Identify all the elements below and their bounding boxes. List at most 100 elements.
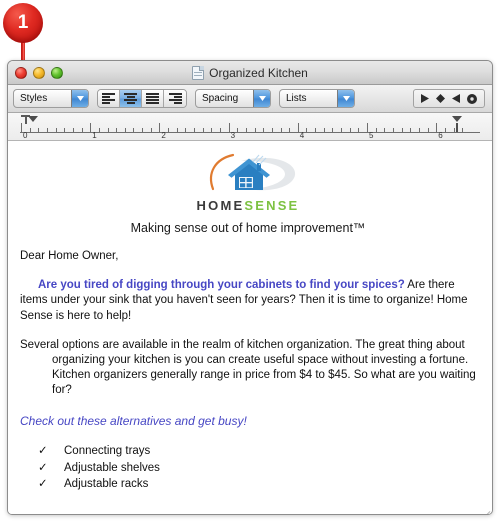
- ruler-tick-minor: [107, 128, 109, 132]
- spacing-popup-button[interactable]: Spacing: [195, 89, 271, 108]
- ruler-tick-label: 1: [92, 131, 97, 140]
- list-item-label: Adjustable shelves: [64, 461, 160, 474]
- zoom-button[interactable]: [51, 67, 63, 79]
- window-title-group: Organized Kitchen: [8, 65, 492, 80]
- align-justify-button[interactable]: [164, 90, 186, 107]
- ruler-tick-minor: [64, 128, 66, 132]
- document-page[interactable]: HOMESENSE Making sense out of home impro…: [8, 141, 492, 514]
- ruler-tick-minor: [358, 128, 360, 132]
- ruler-tick-label: 6: [438, 131, 443, 140]
- company-logo: HOMESENSE: [20, 151, 476, 213]
- ruler-tick-minor: [38, 128, 40, 132]
- document-ruler[interactable]: 0 1 2 3 4 5 6: [8, 113, 492, 141]
- align-center-icon: [124, 93, 137, 104]
- ruler-tick-minor: [332, 128, 334, 132]
- ruler-tick-minor: [453, 128, 455, 132]
- ruler-baseline: [20, 132, 480, 133]
- check-icon: ✓: [38, 445, 48, 458]
- document-icon: [192, 65, 205, 80]
- align-center-button[interactable]: [120, 90, 142, 107]
- ruler-tick-minor: [462, 128, 464, 132]
- ruler-tick-major: [90, 123, 92, 132]
- window-title: Organized Kitchen: [209, 65, 308, 80]
- logo-graphic: [209, 153, 296, 191]
- align-justify-icon: [168, 93, 182, 104]
- minimize-button[interactable]: [33, 67, 45, 79]
- ruler-tick-minor: [116, 128, 118, 132]
- align-left-button[interactable]: [98, 90, 120, 107]
- call-to-action: Check out these alternatives and get bus…: [20, 414, 247, 429]
- logo-word-home: HOME: [196, 198, 245, 213]
- logo-word-sense: SENSE: [244, 198, 300, 213]
- align-right-button[interactable]: [142, 90, 164, 107]
- list-item-label: Connecting trays: [64, 445, 151, 458]
- first-line-indent-marker[interactable]: [28, 116, 38, 122]
- ruler-tick-minor: [418, 128, 420, 132]
- align-left-icon: [102, 93, 115, 104]
- ruler-tick-minor: [185, 128, 187, 132]
- ruler-tick-minor: [202, 128, 204, 132]
- lists-popup-button[interactable]: Lists: [279, 89, 355, 108]
- align-right-icon: [146, 93, 159, 104]
- paragraph-intro: Are you tired of digging through your ca…: [20, 278, 476, 324]
- check-icon: ✓: [38, 461, 48, 474]
- ruler-tick-minor: [263, 128, 265, 132]
- ruler-tick-minor: [168, 128, 170, 132]
- paragraph-options: Several options are available in the rea…: [20, 338, 476, 397]
- ruler-tick-minor: [315, 128, 317, 132]
- list-item: ✓ Adjustable racks: [38, 476, 476, 492]
- spacing-popup-label: Spacing: [202, 93, 239, 104]
- list-item: ✓ Adjustable shelves: [38, 460, 476, 476]
- window-controls: [15, 67, 63, 79]
- ruler-tick-minor: [444, 128, 446, 132]
- diamond-icon[interactable]: [436, 94, 445, 103]
- back-icon[interactable]: [452, 94, 460, 103]
- ruler-tick-label: 4: [299, 131, 305, 140]
- ruler-tick-minor: [194, 128, 195, 132]
- ruler-tick-minor: [349, 128, 351, 132]
- paragraph-intro-lead: Are you tired of digging through your ca…: [38, 279, 405, 292]
- ruler-tick-major: [367, 123, 368, 132]
- ruler-tick-minor: [306, 128, 308, 132]
- play-icon[interactable]: [421, 94, 429, 103]
- right-indent-marker[interactable]: [452, 116, 462, 122]
- ruler-tick-minor: [427, 128, 429, 132]
- chevron-down-icon[interactable]: [71, 90, 88, 107]
- ruler-tick-label: 5: [369, 131, 374, 140]
- ruler-tick-label: 3: [230, 131, 236, 140]
- navigation-button-group: [413, 89, 485, 108]
- resize-grip[interactable]: [477, 499, 491, 514]
- record-icon[interactable]: [467, 93, 477, 104]
- ruler-tick-minor: [72, 128, 74, 132]
- ruler-tick-minor: [375, 128, 377, 132]
- chevron-down-icon[interactable]: [253, 90, 270, 107]
- ruler-tick-major: [21, 123, 22, 132]
- ruler-tick-minor: [29, 128, 31, 132]
- format-toolbar: Styles Spacing Lists: [8, 85, 492, 113]
- ruler-tick-major: [297, 123, 299, 132]
- alignment-button-group: [97, 89, 187, 108]
- styles-popup-label: Styles: [20, 93, 48, 104]
- screenshot-root: 1 Organized Kitchen Styles Spacing Lists…: [0, 0, 500, 521]
- ruler-tick-minor: [211, 128, 213, 132]
- styles-popup-button[interactable]: Styles: [13, 89, 89, 108]
- window-titlebar[interactable]: Organized Kitchen: [8, 61, 492, 85]
- chevron-down-icon[interactable]: [337, 90, 354, 107]
- callout-badge-1: 1: [3, 3, 43, 43]
- home-sense-logo-mark: [185, 151, 311, 197]
- ruler-tick-minor: [98, 128, 100, 132]
- ruler-tick-minor: [341, 128, 343, 132]
- ruler-tick-major: [228, 123, 230, 132]
- ruler-tick-minor: [124, 128, 126, 132]
- ruler-tick-minor: [219, 128, 221, 132]
- ruler-tick-minor: [271, 128, 273, 132]
- letter-body[interactable]: Dear Home Owner, Are you tired of diggin…: [20, 249, 476, 514]
- ruler-tick-minor: [392, 128, 394, 132]
- ruler-tick-minor: [176, 128, 178, 132]
- close-button[interactable]: [15, 67, 27, 79]
- salutation: Dear Home Owner,: [20, 250, 119, 262]
- right-margin-bar: [456, 123, 458, 132]
- ruler-tick-minor: [142, 128, 144, 132]
- list-item: ✓ Connecting trays: [38, 443, 476, 459]
- ruler-tick-minor: [280, 128, 282, 132]
